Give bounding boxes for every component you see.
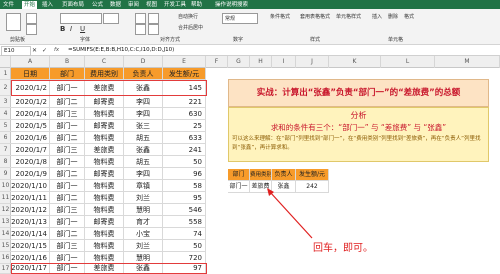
table-cell[interactable]: 物料费 (85, 228, 124, 240)
table-cell[interactable]: 部门二 (50, 192, 85, 204)
table-cell[interactable]: 物料费 (85, 204, 124, 216)
table-cell[interactable]: 546 (163, 204, 206, 216)
table-cell[interactable]: 96 (163, 168, 206, 180)
table-cell[interactable]: 刘兰 (124, 240, 163, 252)
arrow-icon (267, 188, 313, 239)
table-cell[interactable]: 物料费 (85, 240, 124, 252)
table-cell[interactable]: 2020/1/10 (11, 180, 50, 192)
highlight-row-2 (11, 80, 207, 96)
table-cell[interactable]: 630 (163, 108, 206, 120)
table-cell[interactable]: 2020/1/14 (11, 228, 50, 240)
table-header-cell[interactable]: 负责人 (124, 68, 163, 80)
annotation-text: 回车，即可。 (313, 243, 373, 254)
table-cell[interactable]: 刘兰 (124, 192, 163, 204)
table-cell[interactable]: 221 (163, 96, 206, 108)
result-header: 负责人 (272, 169, 296, 181)
table-cell[interactable]: 差旅费 (85, 144, 124, 156)
table-cell[interactable]: 2020/1/12 (11, 204, 50, 216)
table-cell[interactable]: 50 (163, 240, 206, 252)
table-cell[interactable]: 2020/1/4 (11, 108, 50, 120)
task-title: 实战：计算出“张鑫”负责“部门一”的“差旅费”的总额 (228, 79, 489, 107)
table-cell[interactable]: 邮寄费 (85, 120, 124, 132)
table-cell[interactable]: 633 (163, 132, 206, 144)
table-cell[interactable]: 部门一 (50, 120, 85, 132)
table-cell[interactable]: 李四 (124, 96, 163, 108)
table-cell[interactable]: 部门二 (50, 96, 85, 108)
result-header: 部门 (228, 169, 250, 181)
table-cell[interactable]: 胡五 (124, 156, 163, 168)
analysis-box: 分析 求和的条件有三个：“部门一” 与 “差旅费” 与 “张鑫” 可以这么来理解… (228, 107, 489, 162)
table-cell[interactable]: 2020/1/6 (11, 132, 50, 144)
result-cell[interactable]: 部门一 (228, 181, 250, 193)
table-cell[interactable]: 241 (163, 144, 206, 156)
result-header: 费用类别 (250, 169, 272, 181)
table-cell[interactable]: 部门三 (50, 240, 85, 252)
table-cell[interactable]: 部门三 (50, 204, 85, 216)
table-cell[interactable]: 95 (163, 192, 206, 204)
table-header-cell[interactable]: 日期 (11, 68, 50, 80)
table-cell[interactable]: 李四 (124, 168, 163, 180)
table-cell[interactable]: 物料费 (85, 192, 124, 204)
table-cell[interactable]: 章镇 (124, 180, 163, 192)
table-cell[interactable]: 25 (163, 120, 206, 132)
analysis-text: 求和的条件有三个：“部门一” 与 “差旅费” 与 “张鑫” (270, 123, 447, 132)
table-cell[interactable]: 张三 (124, 120, 163, 132)
table-header-cell[interactable]: 部门 (50, 68, 85, 80)
table-cell[interactable]: 部门一 (50, 156, 85, 168)
table-cell[interactable]: 2020/1/13 (11, 216, 50, 228)
table-cell[interactable]: 558 (163, 216, 206, 228)
table-cell[interactable]: 2020/1/15 (11, 240, 50, 252)
table-cell[interactable]: 2020/1/7 (11, 144, 50, 156)
table-cell[interactable]: 部门二 (50, 132, 85, 144)
table-cell[interactable]: 胡五 (124, 132, 163, 144)
table-cell[interactable]: 部门三 (50, 144, 85, 156)
table-cell[interactable]: 部门一 (50, 180, 85, 192)
table-cell[interactable]: 邮寄费 (85, 96, 124, 108)
table-cell[interactable]: 邮寄费 (85, 168, 124, 180)
table-cell[interactable]: 部门三 (50, 108, 85, 120)
table-cell[interactable]: 部门二 (50, 168, 85, 180)
table-header-cell[interactable]: 发生额/元 (163, 68, 206, 80)
table-cell[interactable]: 2020/1/8 (11, 156, 50, 168)
table-header-cell[interactable]: 费用类别 (85, 68, 124, 80)
table-cell[interactable]: 育才 (124, 216, 163, 228)
highlight-row-17 (11, 263, 207, 274)
result-header: 发生额/元 (296, 169, 329, 181)
table-cell[interactable]: 2020/1/9 (11, 168, 50, 180)
table-cell[interactable]: 部门二 (50, 228, 85, 240)
table-cell[interactable]: 小宝 (124, 228, 163, 240)
table-cell[interactable]: 2020/1/5 (11, 120, 50, 132)
table-cell[interactable]: 部门一 (50, 216, 85, 228)
analysis-title: 分析 (350, 111, 367, 120)
table-cell[interactable]: 物料费 (85, 180, 124, 192)
table-cell[interactable]: 慧明 (124, 204, 163, 216)
table-cell[interactable]: 邮寄费 (85, 216, 124, 228)
table-cell[interactable]: 李四 (124, 108, 163, 120)
table-cell[interactable]: 张鑫 (124, 144, 163, 156)
table-cell[interactable]: 74 (163, 228, 206, 240)
table-cell[interactable]: 物料费 (85, 108, 124, 120)
table-cell[interactable]: 58 (163, 180, 206, 192)
table-cell[interactable]: 物料费 (85, 132, 124, 144)
analysis-note: 可以这么来理解：在“部门”列里找到“部门一”，在“费用类别”列里找到“差旅费”，… (232, 136, 481, 151)
table-cell[interactable]: 2020/1/2 (11, 96, 50, 108)
table-cell[interactable]: 物料费 (85, 156, 124, 168)
table-cell[interactable]: 2020/1/11 (11, 192, 50, 204)
table-cell[interactable]: 50 (163, 156, 206, 168)
